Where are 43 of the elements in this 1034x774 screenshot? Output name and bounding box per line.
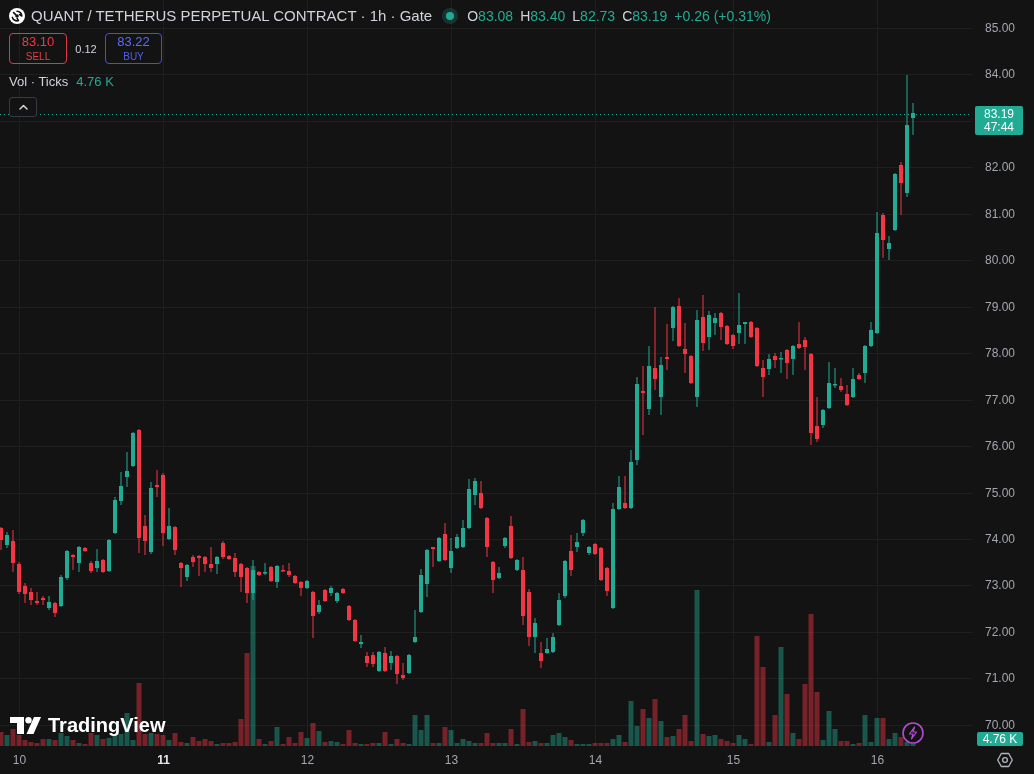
time-axis-label: 14 <box>588 752 603 769</box>
collapse-button[interactable] <box>9 97 37 117</box>
countdown-label: 47:44 <box>984 120 1014 134</box>
price-change: +0.26 (+0.31%) <box>674 7 771 26</box>
ohlc-value: C83.19 <box>622 7 668 26</box>
volume-badge: 4.76 K <box>977 732 1023 746</box>
ohlc-value: H83.40 <box>520 7 566 26</box>
price-axis-label: 70.00 <box>985 717 1016 732</box>
settings-icon[interactable] <box>997 752 1013 768</box>
buy-button[interactable]: 83.22 BUY <box>105 33 162 64</box>
price-axis-label: 79.00 <box>985 299 1016 314</box>
volume-value: 4.76 K <box>76 73 114 91</box>
time-axis-label: 10 <box>12 752 27 769</box>
price-axis-label: 82.00 <box>985 160 1016 175</box>
volume-legend-title: Vol · Ticks <box>9 73 69 91</box>
time-axis-label: 15 <box>726 752 741 769</box>
ohlc-value: O83.08 <box>467 7 514 26</box>
lightning-icon[interactable] <box>902 722 924 744</box>
chart-title: QUANT / TETHERUS PERPETUAL CONTRACT · 1h · Gate <box>31 6 433 26</box>
status-dot-icon <box>442 8 459 24</box>
last-price-label: 83.19 <box>984 107 1014 121</box>
logo-mark-icon <box>10 716 41 734</box>
price-axis-label: 80.00 <box>985 253 1016 268</box>
price-axis-label: 85.00 <box>985 21 1016 35</box>
price-axis-label: 78.00 <box>985 346 1016 361</box>
price-axis-label: 74.00 <box>985 531 1016 546</box>
time-axis-label: 12 <box>300 752 315 769</box>
price-axis-label: 75.00 <box>985 485 1016 500</box>
price-axis-label: 77.00 <box>985 392 1016 407</box>
price-axis-label: 84.00 <box>985 67 1016 82</box>
time-axis-label: 16 <box>870 752 885 769</box>
price-axis-label: 76.00 <box>985 439 1016 454</box>
sell-button[interactable]: 83.10 SELL <box>9 33 67 64</box>
chevron-up-icon <box>18 104 28 110</box>
price-axis-label: 73.00 <box>985 578 1016 593</box>
ohlc-value: L82.73 <box>572 7 616 26</box>
price-axis-label: 72.00 <box>985 624 1016 639</box>
time-axis-label: 11 <box>157 752 170 769</box>
brand-link[interactable]: TradingView <box>10 714 166 736</box>
price-axis-label: 71.00 <box>985 671 1016 686</box>
time-axis-label: 13 <box>444 752 459 769</box>
price-axis-label: 81.00 <box>985 206 1016 221</box>
spread-value: 0.12 <box>75 41 97 56</box>
